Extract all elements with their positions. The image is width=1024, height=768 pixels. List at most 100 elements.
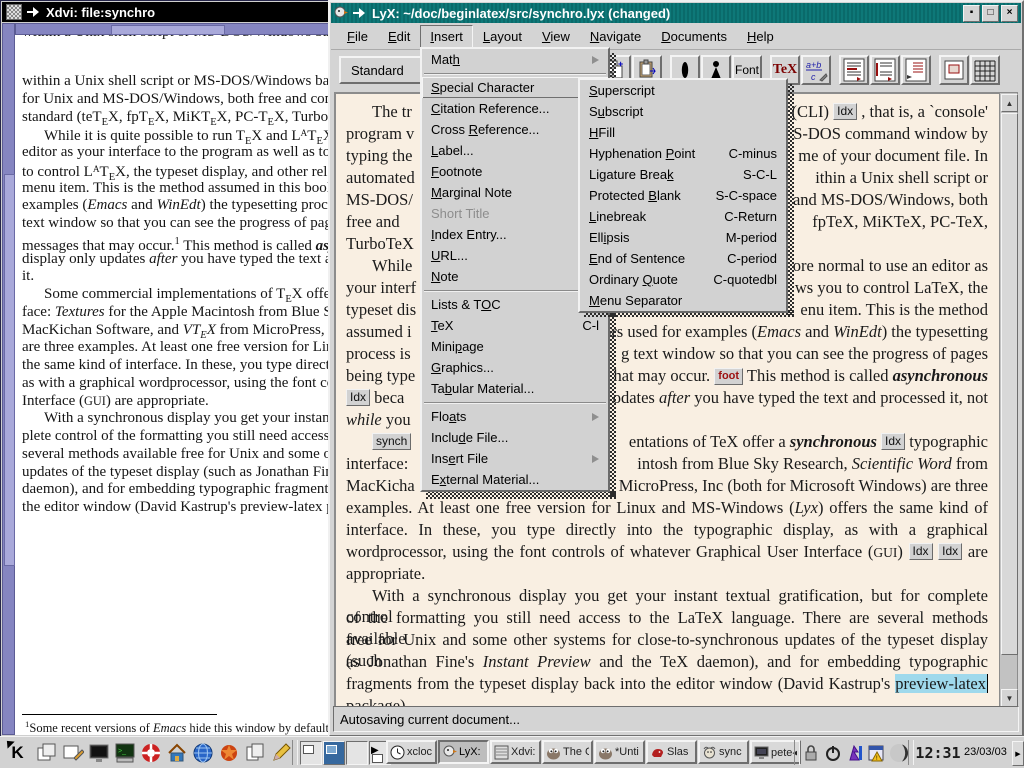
- pager-desktop-3[interactable]: [346, 741, 368, 765]
- lyx-app-icon: [334, 6, 348, 20]
- help-panel-button[interactable]: [138, 740, 163, 765]
- power-tray-button[interactable]: [822, 740, 844, 765]
- pen-panel-button[interactable]: [268, 740, 293, 765]
- menu-item-label: Menu Separator: [589, 293, 682, 308]
- list3-toolbar-button[interactable]: [901, 55, 931, 85]
- insert-menu-item[interactable]: Minipage: [422, 336, 608, 357]
- terminal-icon: >_: [114, 742, 136, 764]
- insert-menu-item[interactable]: Math: [422, 49, 608, 70]
- taskbar-button-xcloc[interactable]: xcloc: [386, 740, 437, 764]
- menu-item-label: Ellipsis: [589, 230, 629, 245]
- display-icon: [88, 742, 110, 764]
- special-character-menu-item[interactable]: Superscript: [580, 80, 786, 101]
- special-character-menu-item[interactable]: Subscript: [580, 101, 786, 122]
- special-character-menu-item[interactable]: End of SentenceC-period: [580, 248, 786, 269]
- iconify-button[interactable]: ▪: [963, 5, 980, 22]
- xdvi-text-line: it.: [22, 268, 34, 285]
- special-character-menu-item[interactable]: Ligature BreakS-C-L: [580, 164, 786, 185]
- maximize-button[interactable]: □: [982, 5, 999, 22]
- math-toolbar-button[interactable]: a+bc: [801, 55, 831, 85]
- menubar-item[interactable]: Edit: [378, 25, 420, 48]
- xdvi-text-line: for Unix and MS-DOS/Windows, both free a…: [22, 91, 332, 108]
- menu-item-label: Protected Blank: [589, 188, 681, 203]
- doc-line-left-fragment: your interf: [346, 277, 416, 299]
- doc-line-left-fragment: automated: [346, 167, 415, 189]
- list1-toolbar-button[interactable]: [839, 55, 869, 85]
- special-character-menu-item[interactable]: Hyphenation PointC-minus: [580, 143, 786, 164]
- menubar-item[interactable]: File: [337, 25, 378, 48]
- files-panel-button[interactable]: [242, 740, 267, 765]
- lyx-titlebar[interactable]: LyX: ~/doc/beginlatex/src/synchro.lyx (c…: [331, 3, 1021, 23]
- special-character-menu-item[interactable]: Protected BlankS-C-space: [580, 185, 786, 206]
- mail-panel-button[interactable]: [216, 740, 241, 765]
- home-panel-button[interactable]: [164, 740, 189, 765]
- menubar-item[interactable]: Insert: [420, 25, 473, 48]
- moon-tray-button[interactable]: [888, 740, 910, 765]
- insert-menu-item[interactable]: Tabular Material...: [422, 378, 608, 399]
- k-menu-label: K: [11, 743, 23, 763]
- menubar-item[interactable]: View: [532, 25, 580, 48]
- xdvi-horizontal-scrollbar[interactable]: [15, 23, 332, 35]
- lyx-scrollbar[interactable]: ▲ ▼: [999, 92, 1018, 709]
- k-menu-button[interactable]: K: [3, 740, 32, 765]
- desktop: Xdvi: file:synchro within a Unix shell s…: [0, 0, 1024, 768]
- special-character-menu-item[interactable]: Menu Separator: [580, 290, 786, 311]
- pin-icon[interactable]: [27, 6, 41, 18]
- window-list-panel-button[interactable]: [34, 740, 59, 765]
- special-character-menu-item[interactable]: Ordinary QuoteC-quotedbl: [580, 269, 786, 290]
- insert-menu-item[interactable]: Insert File: [422, 448, 608, 469]
- font-label: Font: [735, 63, 759, 77]
- doc-line-right-fragment: MicroPress, Inc (both for Microsoft Wind…: [619, 475, 988, 497]
- doc-line-right-fragment: e (CLI) Idx , that is, a `console': [780, 101, 988, 123]
- figure-toolbar-button[interactable]: [939, 55, 969, 85]
- insert-menu-item[interactable]: Floats: [422, 406, 608, 427]
- menu-separator: [422, 399, 608, 406]
- globe-panel-button[interactable]: [190, 740, 215, 765]
- xdvi-text-line: within a Unix shell script or MS-DOS/Win…: [22, 73, 332, 90]
- xdvi-text-line: updates of the typeset display (such as …: [22, 464, 332, 481]
- taskbar-button-slas[interactable]: Slas: [646, 740, 697, 764]
- menubar-item[interactable]: Documents: [651, 25, 737, 48]
- klipper-tray-button[interactable]: [844, 740, 866, 765]
- insert-menu-item[interactable]: External Material...: [422, 469, 608, 490]
- panel-expand-arrow[interactable]: ▶: [1012, 741, 1024, 766]
- pager-desktop-1[interactable]: [300, 741, 322, 765]
- insert-menu-item[interactable]: TeXC-l: [422, 315, 608, 336]
- xdvi-vscroll-thumb[interactable]: [4, 174, 15, 566]
- menubar-item[interactable]: Layout: [473, 25, 532, 48]
- special-character-menu-item[interactable]: LinebreakC-Return: [580, 206, 786, 227]
- insert-menu-item[interactable]: Graphics...: [422, 357, 608, 378]
- scroll-down-arrow[interactable]: ▼: [1001, 689, 1018, 707]
- scroll-up-arrow[interactable]: ▲: [1001, 94, 1018, 112]
- doc-line: interface. In these, you type directly i…: [346, 519, 988, 541]
- menubar-item[interactable]: Help: [737, 25, 784, 48]
- table-toolbar-button[interactable]: [970, 55, 1000, 85]
- close-button[interactable]: ×: [1001, 5, 1018, 22]
- lyx-scrollbar-thumb[interactable]: [1001, 113, 1018, 655]
- pager-desktop-2[interactable]: [323, 741, 345, 765]
- pin-icon[interactable]: [353, 7, 367, 19]
- special-character-menu-item[interactable]: EllipsisM-period: [580, 227, 786, 248]
- pager-arrow-icon[interactable]: ▶: [371, 745, 379, 756]
- taskbar-clock[interactable]: 12:31: [914, 741, 962, 764]
- xdvi-text-line: examples (Emacs and WinEdt) the typesett…: [22, 197, 332, 214]
- taskbar-button-unti[interactable]: *Unti: [594, 740, 645, 764]
- insert-menu-item[interactable]: Include File...: [422, 427, 608, 448]
- xdvi-vertical-scrollbar[interactable]: [2, 23, 15, 735]
- xdvi-hscroll-thumb[interactable]: [111, 25, 225, 35]
- xdvi-text-line: plete control of the formatting you stil…: [22, 428, 332, 445]
- xdvi-titlebar[interactable]: Xdvi: file:synchro: [2, 2, 332, 22]
- display-panel-button[interactable]: [86, 740, 111, 765]
- desktop-panel-button[interactable]: [60, 740, 85, 765]
- calendar-tray-button[interactable]: !: [866, 740, 888, 765]
- menubar-item[interactable]: Navigate: [580, 25, 651, 48]
- taskbar-button-lyx[interactable]: LyX:: [438, 740, 489, 764]
- xdvi-text-line: are three examples. At least one free ve…: [22, 339, 332, 356]
- taskbar-button-theg[interactable]: The G: [542, 740, 593, 764]
- terminal-panel-button[interactable]: >_: [112, 740, 137, 765]
- special-character-menu-item[interactable]: HFill: [580, 122, 786, 143]
- taskbar-button-sync[interactable]: sync: [698, 740, 749, 764]
- lock-tray-button[interactable]: [800, 740, 822, 765]
- list2-toolbar-button[interactable]: [870, 55, 900, 85]
- taskbar-button-xdvi[interactable]: Xdvi:: [490, 740, 541, 764]
